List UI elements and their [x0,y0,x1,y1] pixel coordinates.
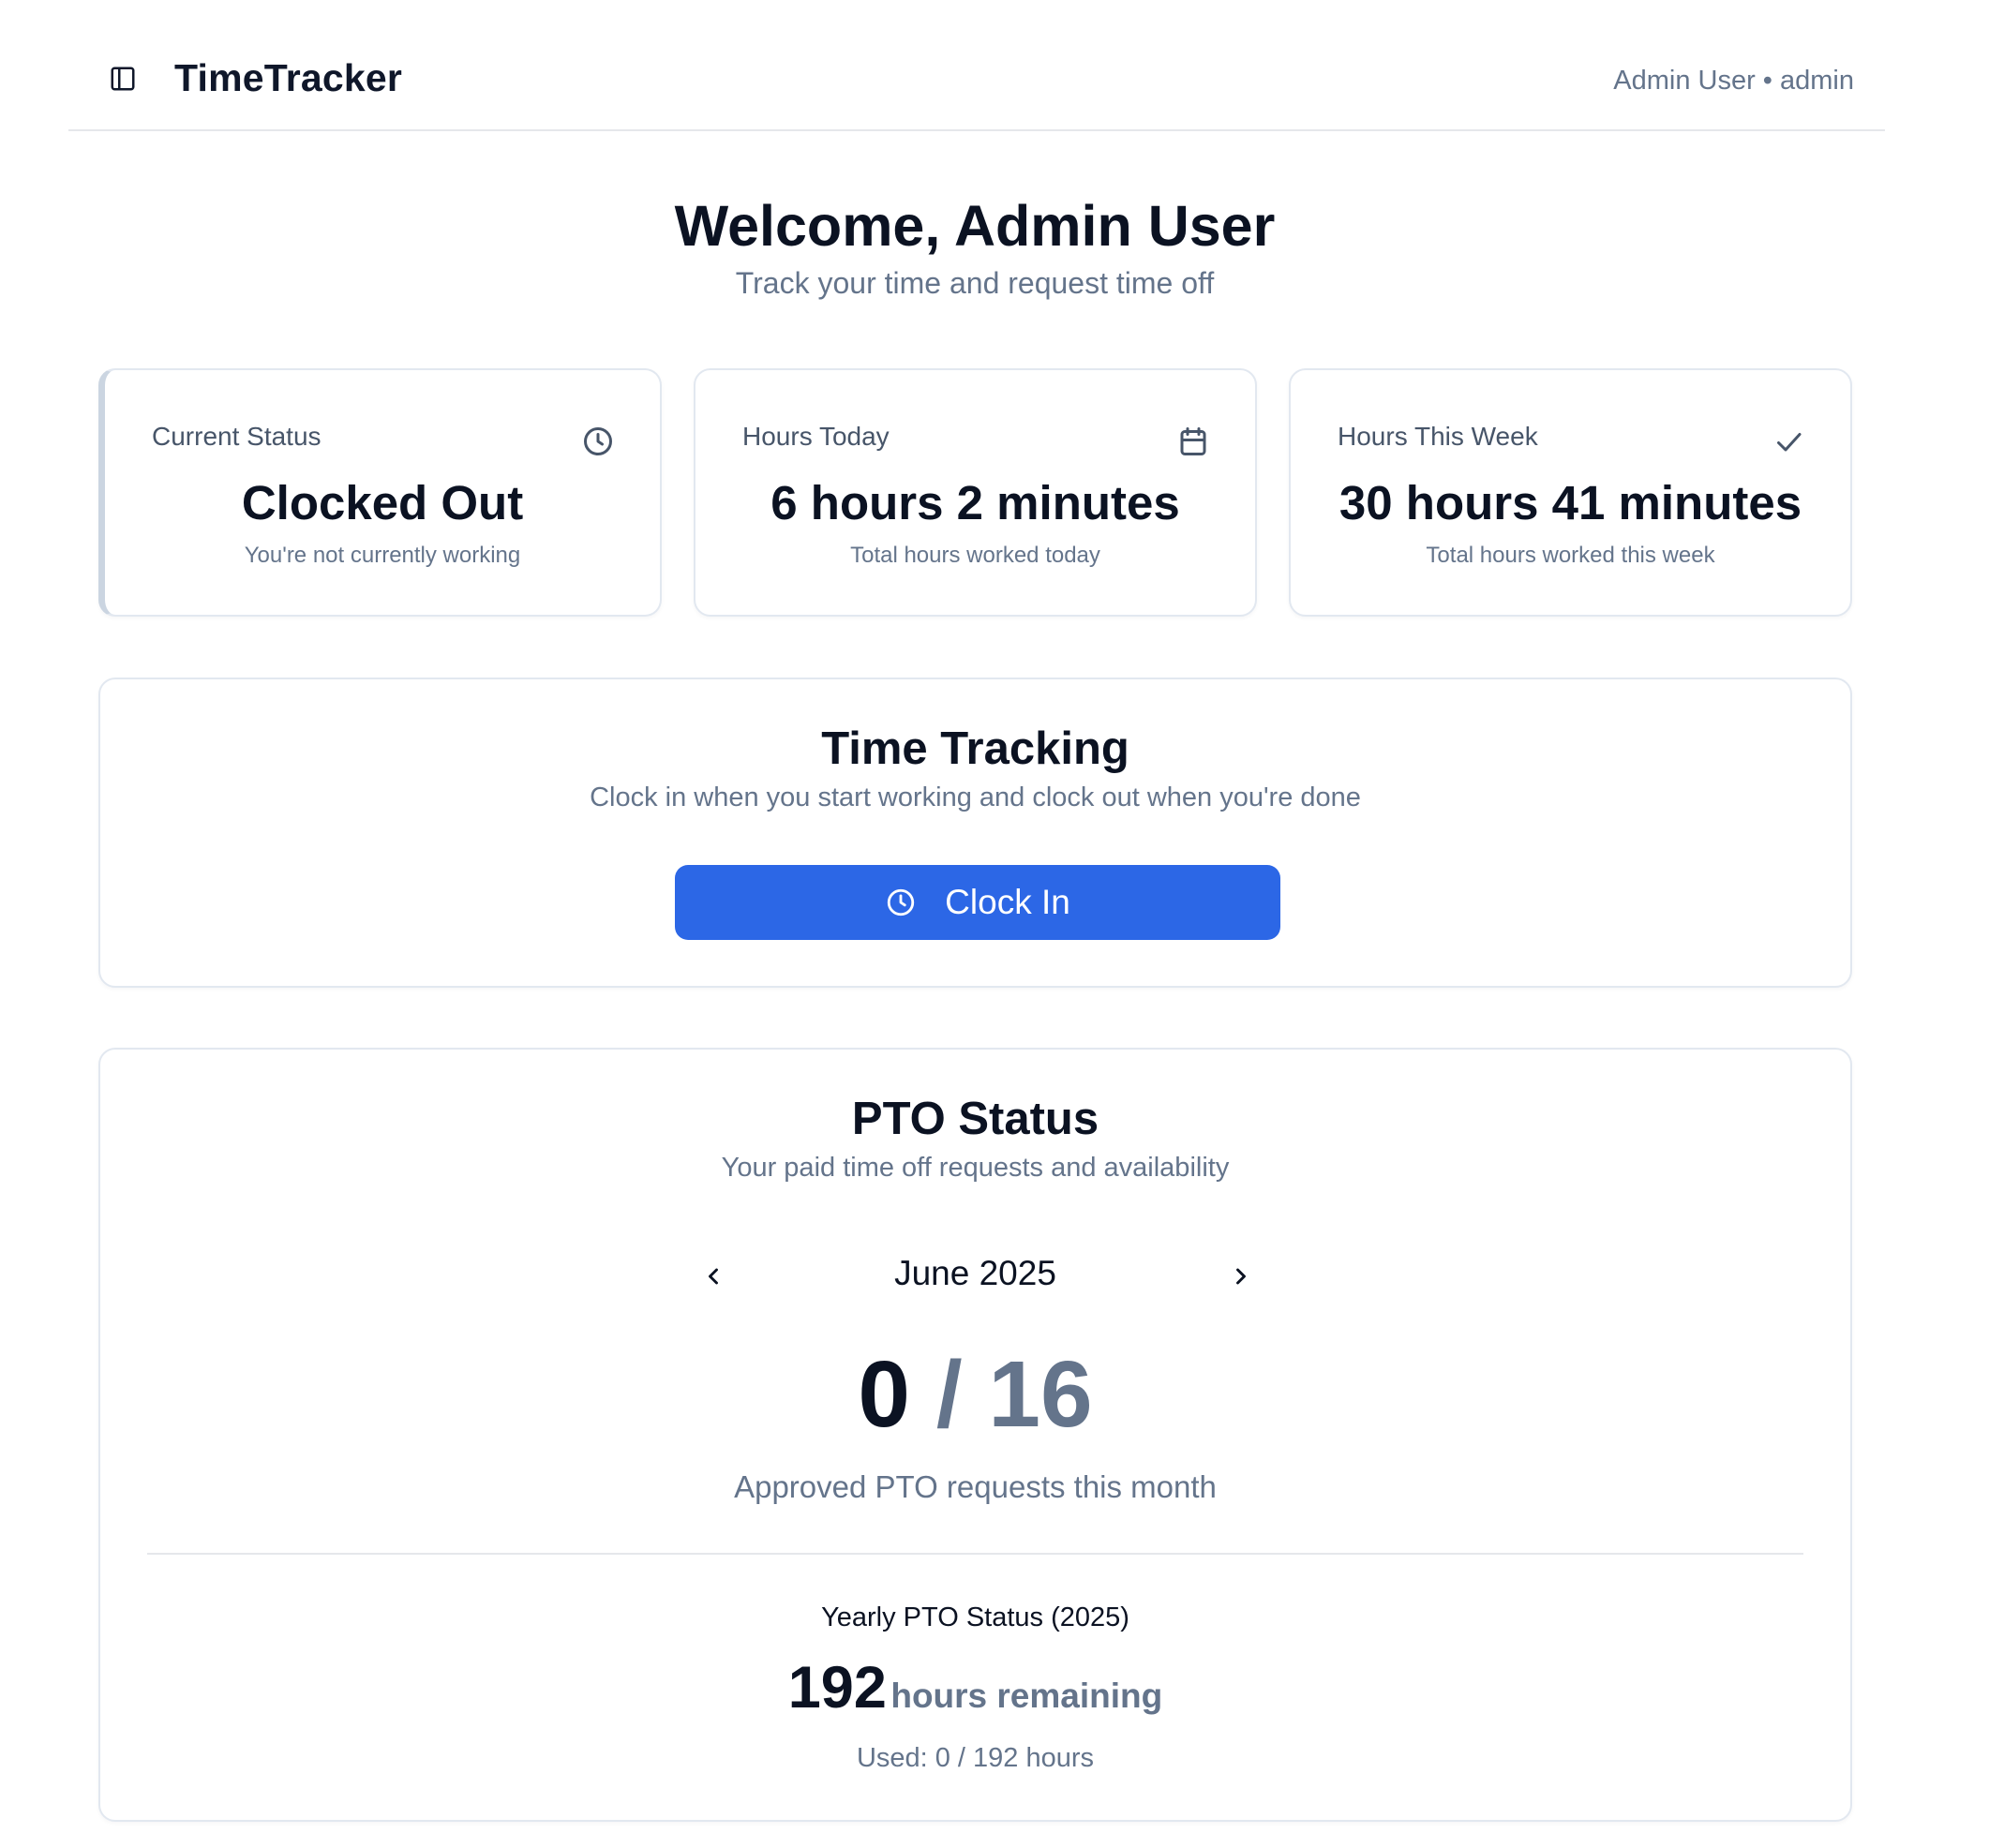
yearly-pto-title: Yearly PTO Status (2025) [821,1602,1129,1632]
clock-icon [584,427,612,455]
stat-description: Total hours worked today [850,543,1100,568]
sidebar-toggle-button[interactable] [106,62,140,96]
stat-description: You're not currently working [244,543,521,568]
yearly-pto-remaining: 192 hours remaining [100,1654,1850,1721]
pto-caption: Approved PTO requests this month [734,1469,1217,1504]
month-label: June 2025 [894,1254,1056,1292]
next-month-button[interactable] [1222,1258,1260,1295]
stat-value: Clocked Out [241,476,524,529]
pto-status-card: PTO Status Your paid time off requests a… [98,1048,1852,1822]
page: TimeTracker Admin User • admin Welcome, … [0,0,2004,1848]
current-status-card: Current Status Clocked Out You're not cu… [98,368,662,617]
check-icon [1777,433,1802,452]
month-navigator: June 2025 [100,1254,1850,1301]
pto-approved-count: 0 / 16 [100,1348,1850,1441]
user-info: Admin User • admin [1613,66,1854,96]
sidebar-panel-icon [111,67,135,91]
app-title: TimeTracker [174,56,403,99]
hours-today-card: Hours Today 6 hours 2 minutes Total hour… [694,368,1257,617]
stat-description: Total hours worked this week [1426,543,1715,568]
stat-value: 6 hours 2 minutes [770,476,1180,529]
pto-subtitle: Your paid time off requests and availabi… [721,1153,1230,1183]
clock-in-button[interactable]: Clock In [675,865,1280,940]
yearly-remaining-unit: hours remaining [890,1677,1163,1715]
stat-label: Hours Today [742,422,890,451]
welcome-title: Welcome, Admin User [674,194,1276,258]
top-header: TimeTracker Admin User • admin [68,0,1885,131]
divider [147,1553,1803,1555]
stat-label: Hours This Week [1338,422,1538,451]
stat-value: 30 hours 41 minutes [1338,476,1802,529]
stat-label: Current Status [152,422,322,451]
yearly-pto-used: Used: 0 / 192 hours [856,1743,1095,1773]
clock-in-label: Clock In [945,883,1070,921]
pto-title: PTO Status [851,1094,1099,1144]
time-tracking-subtitle: Clock in when you start working and cloc… [590,782,1361,812]
yearly-remaining-value: 192 [787,1655,887,1721]
time-tracking-title: Time Tracking [821,723,1129,774]
chevron-right-icon [1236,1268,1246,1285]
time-tracking-card: Time Tracking Clock in when you start wo… [98,678,1852,988]
clock-icon [888,888,915,917]
hours-week-card: Hours This Week 30 hours 41 minutes Tota… [1289,368,1852,617]
calendar-icon [1180,427,1206,455]
pto-approved-value: 0 [858,1342,911,1447]
pto-total-value: / 16 [935,1342,1093,1447]
welcome-subtitle: Track your time and request time off [735,266,1215,300]
